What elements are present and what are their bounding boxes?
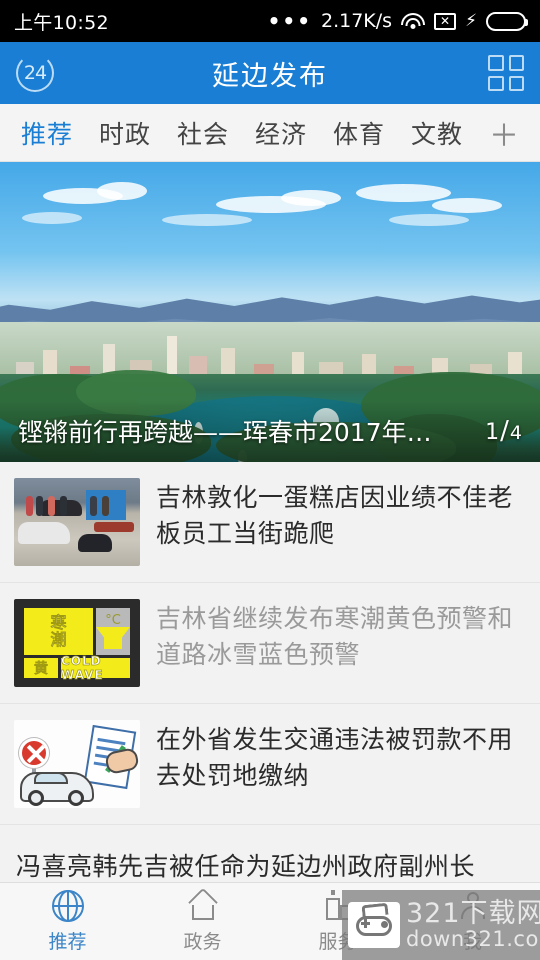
article-title: 吉林省继续发布寒潮黄色预警和道路冰雪蓝色预警 — [156, 604, 514, 669]
status-bar: 上午10:52 ••• 2.17K/s ✕ ⚡ — [0, 0, 540, 42]
page-title: 延边发布 — [212, 60, 328, 92]
watermark-cn: 321下载网 — [406, 897, 540, 929]
watermark-en: down321.com — [406, 927, 540, 952]
banner-carousel[interactable]: 铿锵前行再跨越——珲春市2017年经济社会... 1/4 — [0, 162, 540, 462]
article-thumbnail — [14, 478, 140, 566]
article-thumbnail: °C 寒潮 黄 COLD WAVE — [14, 599, 140, 687]
tab-society[interactable]: 社会 — [164, 115, 242, 151]
globe-icon — [51, 889, 84, 922]
article-list: 吉林敦化一蛋糕店因业绩不佳老板员工当街跪爬 °C 寒潮 黄 COLD WAVE … — [0, 462, 540, 908]
twentyfour-hour-icon[interactable]: 24 — [16, 54, 54, 92]
site-watermark: 321下载网 down321.com — [342, 890, 540, 960]
watermark-logo-icon — [348, 902, 400, 948]
cold-wave-cn-label: 寒潮 — [24, 608, 93, 655]
article-title: 吉林敦化一蛋糕店因业绩不佳老板员工当街跪爬 — [156, 483, 514, 548]
banner-page-separator: / — [500, 416, 509, 446]
warning-level-label: 黄 — [24, 658, 58, 678]
banner-title: 铿锵前行再跨越——珲春市2017年经济社会... — [18, 418, 438, 447]
status-time: 上午10:52 — [14, 11, 109, 34]
charging-bolt-icon: ⚡ — [465, 11, 477, 31]
degree-label: °C — [105, 613, 121, 628]
more-dots-icon: ••• — [267, 9, 312, 33]
article-title: 在外省发生交通违法被罚款不用去处罚地缴纳 — [156, 725, 514, 790]
nav-item-recommend[interactable]: 推荐 — [0, 889, 135, 954]
tab-recommend[interactable]: 推荐 — [8, 115, 86, 151]
list-item[interactable]: 吉林敦化一蛋糕店因业绩不佳老板员工当街跪爬 — [0, 462, 540, 583]
nav-item-government[interactable]: 政务 — [135, 887, 270, 954]
network-speed: 2.17K/s — [320, 10, 393, 32]
article-thumbnail — [14, 720, 140, 808]
article-title: 冯喜亮韩先吉被任命为延边州政府副州长 — [16, 852, 476, 881]
tab-economy[interactable]: 经济 — [242, 115, 320, 151]
category-tab-bar: 推荐 时政 社会 经济 体育 文教 ＋ — [0, 104, 540, 162]
list-item[interactable]: 在外省发生交通违法被罚款不用去处罚地缴纳 — [0, 704, 540, 825]
tab-culture-education[interactable]: 文教 — [398, 115, 476, 151]
battery-icon — [486, 11, 528, 31]
banner-caption-bar: 铿锵前行再跨越——珲春市2017年经济社会... 1/4 — [0, 400, 540, 462]
grid-menu-icon[interactable] — [488, 55, 524, 91]
no-sim-icon: ✕ — [434, 12, 457, 30]
banner-page-indicator: 1/4 — [485, 416, 522, 446]
home-icon — [187, 887, 219, 922]
add-category-icon[interactable]: ＋ — [476, 111, 532, 155]
app-bar: 24 延边发布 — [0, 42, 540, 104]
status-bar-right: ••• 2.17K/s ✕ ⚡ — [267, 9, 528, 33]
status-bar-left: 上午10:52 — [14, 8, 109, 35]
prohibition-sign-icon — [19, 738, 49, 768]
cold-wave-warning-icon: °C 寒潮 黄 COLD WAVE — [21, 605, 133, 682]
wifi-icon — [401, 12, 426, 30]
cold-wave-en-label: COLD WAVE — [61, 654, 130, 682]
banner-current-page: 1 — [485, 420, 500, 445]
watermark-text: 321下载网 down321.com — [406, 897, 540, 952]
nav-label: 政务 — [183, 930, 222, 953]
list-item[interactable]: °C 寒潮 黄 COLD WAVE 吉林省继续发布寒潮黄色预警和道路冰雪蓝色预警 — [0, 583, 540, 704]
nav-label: 推荐 — [48, 930, 87, 953]
banner-total-pages: 4 — [509, 422, 522, 444]
tab-politics[interactable]: 时政 — [86, 115, 164, 151]
tab-sports[interactable]: 体育 — [320, 115, 398, 151]
